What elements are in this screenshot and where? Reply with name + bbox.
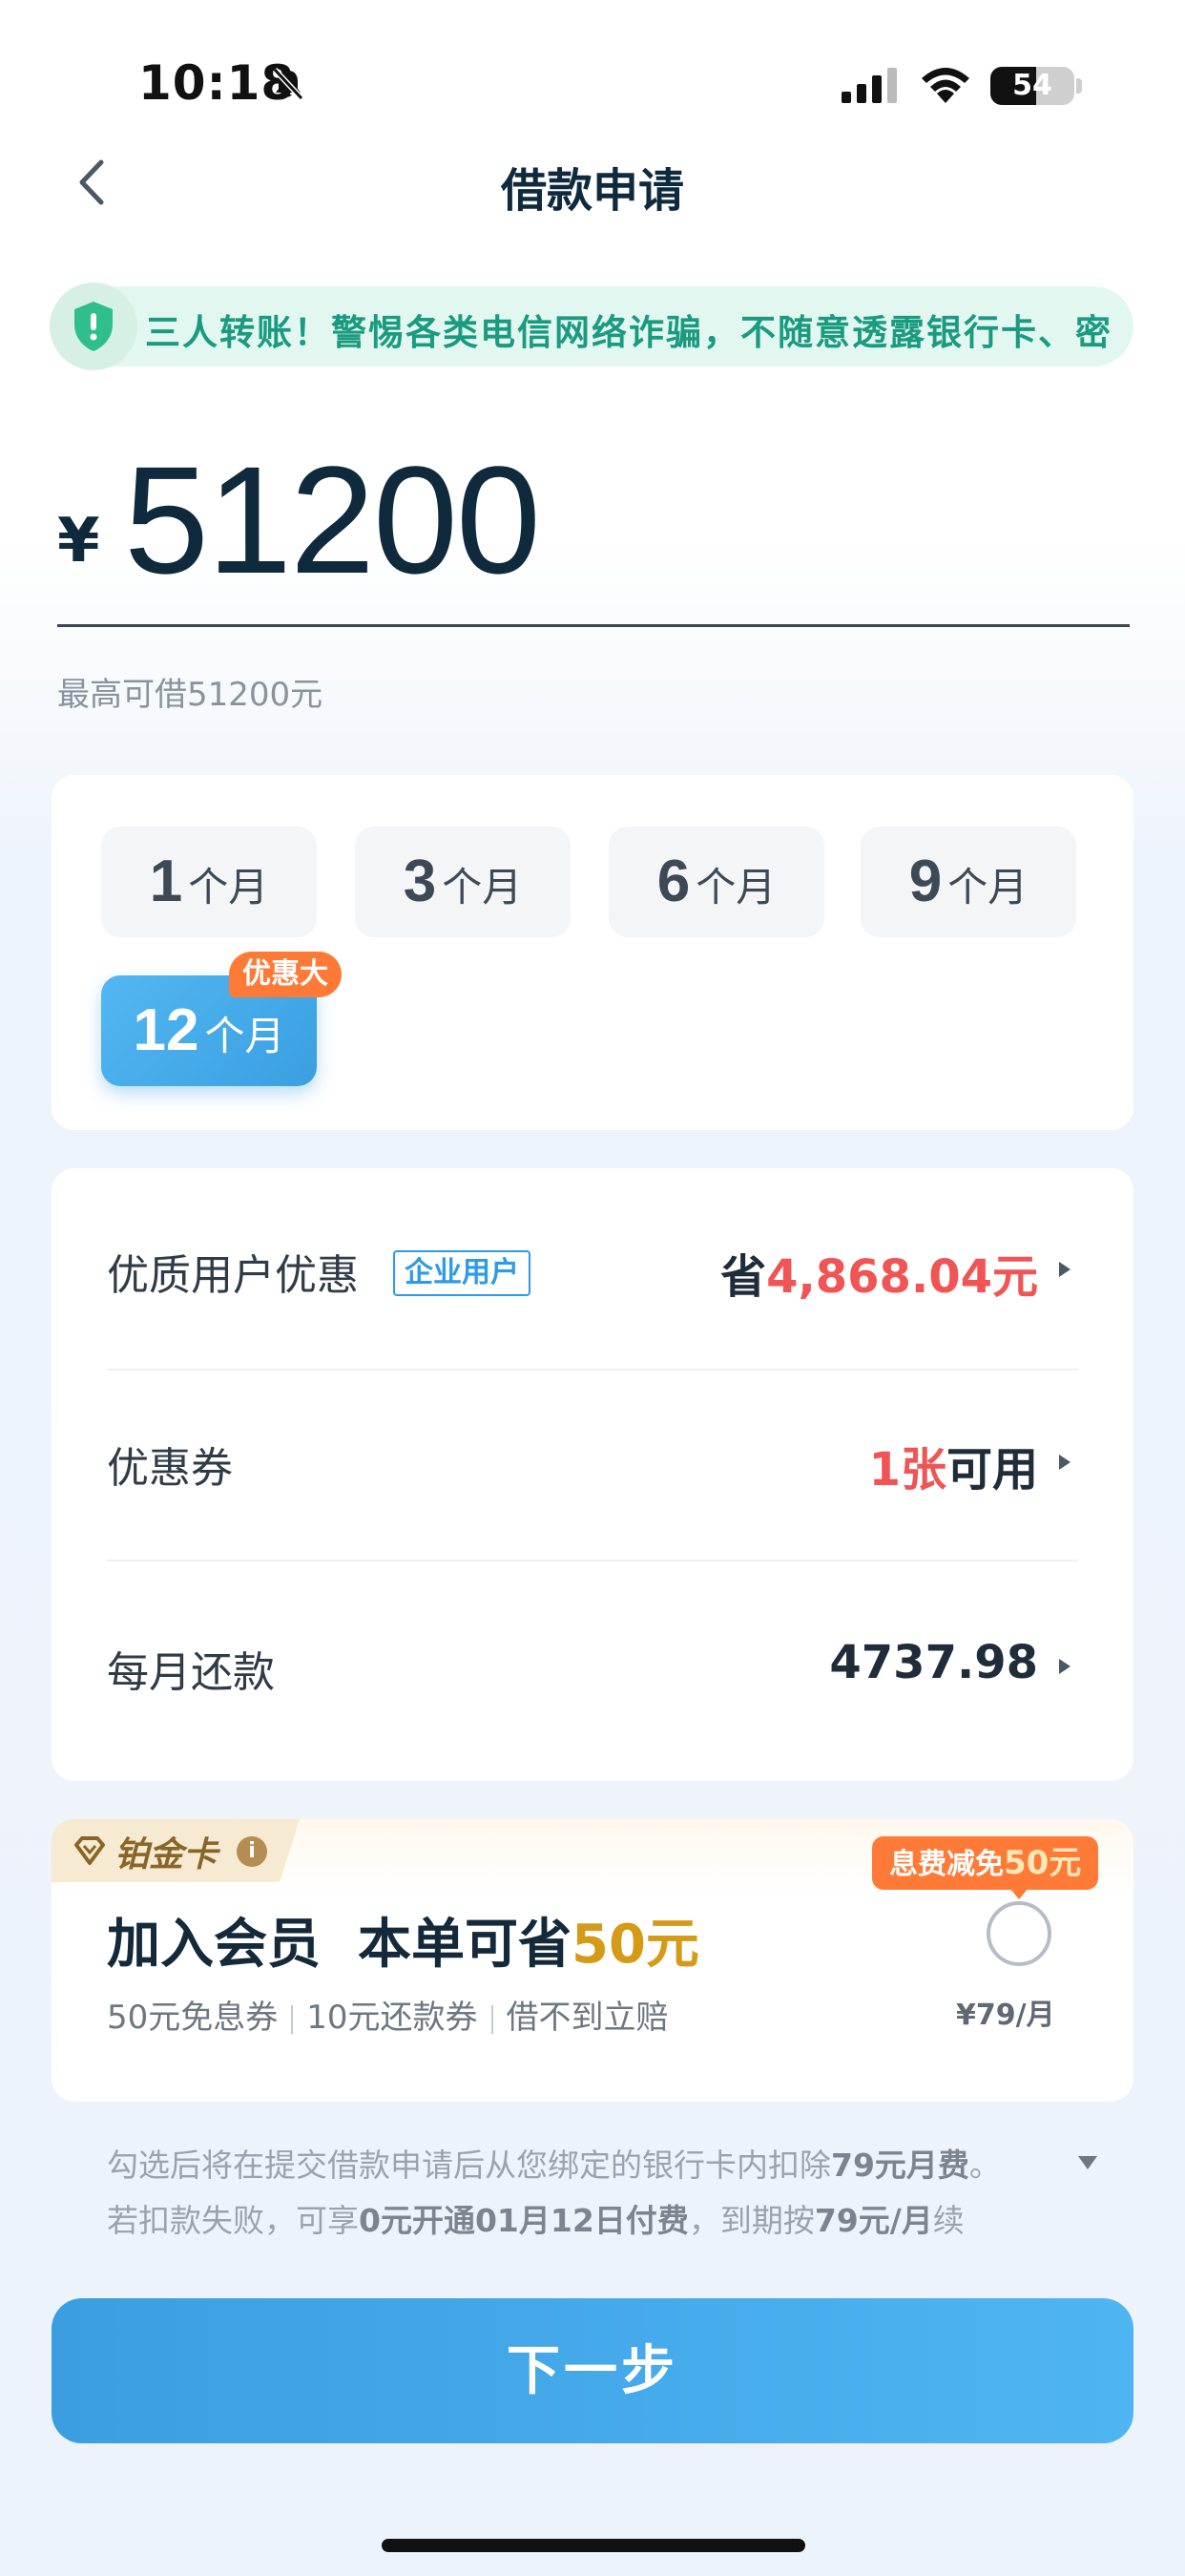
term-number: 6 (656, 848, 691, 914)
term-number: 3 (403, 848, 437, 914)
monthly-payment-label: 每月还款 (107, 1648, 275, 1697)
term-unit: 个月 (442, 864, 523, 911)
membership-savings: 50元 (572, 1914, 699, 1976)
fraud-notice-bar: 三人转账！警惕各类电信网络诈骗，不随意透露银行卡、密 (52, 286, 1133, 367)
term-unit: 个月 (947, 864, 1029, 911)
wifi-icon (922, 68, 969, 103)
page-title: 借款申请 (500, 164, 684, 218)
discount-row[interactable]: 优质用户优惠 企业用户 省4,868.04元 (52, 1168, 1133, 1369)
disclaimer-text: 续 (932, 2202, 965, 2239)
fee-discount-badge: 息费减免50元 (872, 1836, 1099, 1890)
perk-item: 10元还款券 (306, 1999, 478, 2037)
perk-item: 50元免息券 (107, 1999, 279, 2037)
battery-percent: 54 (1012, 69, 1052, 102)
loan-details-card: 优质用户优惠 企业用户 省4,868.04元 优惠券 1张可用 每月还款 473… (52, 1168, 1133, 1781)
term-selection-card: 1 个月 3 个月 6 个月 9 个月 12 个月 (52, 775, 1133, 1130)
cellular-signal-icon (842, 68, 897, 103)
term-number: 12 (133, 997, 199, 1063)
back-chevron-icon[interactable] (69, 153, 116, 212)
max-loan-hint: 最高可借51200元 (57, 676, 323, 714)
best-deal-badge: 优惠大 (229, 952, 342, 997)
term-unit: 个月 (696, 864, 777, 911)
coupon-label: 优惠券 (107, 1444, 233, 1493)
battery-icon: 54 (990, 67, 1074, 105)
disclaimer-highlight: 79元/月 (814, 2202, 933, 2239)
term-option-9[interactable]: 9 个月 (861, 827, 1076, 937)
badge-pointer (1009, 1888, 1029, 1899)
chevron-right-icon (1059, 1262, 1071, 1277)
currency-symbol: ¥ (57, 506, 100, 576)
disclaimer-text: 。 (968, 2147, 1001, 2184)
coupon-suffix: 可用 (946, 1443, 1038, 1497)
battery-tip (1076, 78, 1082, 94)
term-option-3[interactable]: 3 个月 (355, 827, 571, 937)
membership-price: ¥79/月 (956, 1999, 1055, 2032)
term-option-1[interactable]: 1 个月 (101, 827, 317, 937)
term-number: 9 (908, 848, 943, 914)
term-unit: 个月 (204, 1013, 285, 1059)
term-number: 1 (149, 848, 183, 914)
perk-separator (291, 2004, 294, 2034)
coupon-value: 1张可用 (869, 1432, 1038, 1498)
home-indicator (382, 2539, 805, 2552)
next-step-button[interactable]: 下一步 (52, 2298, 1133, 2443)
badge-prefix: 息费减免 (889, 1848, 1004, 1881)
status-bar: 10:18 54 (0, 0, 1185, 143)
discount-value: 省4,868.04元 (720, 1239, 1038, 1306)
disclaimer-highlight: 79元月费 (831, 2147, 969, 2184)
discount-prefix: 省 (720, 1250, 767, 1304)
platinum-card-label: 铂金卡 (114, 1835, 218, 1874)
coupon-count: 1张 (868, 1443, 946, 1497)
disclaimer-text: ，到期按 (688, 2202, 815, 2239)
diamond-icon (74, 1836, 105, 1865)
membership-perks: 50元免息券 10元还款券 借不到立赔 (107, 1991, 669, 2038)
chevron-right-icon (1059, 1659, 1071, 1674)
expand-triangle-icon[interactable] (1076, 2153, 1099, 2172)
chevron-right-icon (1059, 1455, 1071, 1470)
monthly-payment-value: 4737.98 (829, 1636, 1038, 1689)
term-unit: 个月 (188, 864, 269, 911)
membership-title-text: 加入会员 本单可省 (107, 1914, 572, 1976)
disclaimer-highlight: 0元开通01月12日付费 (359, 2202, 689, 2239)
discount-label: 优质用户优惠 (107, 1251, 359, 1300)
bell-off-icon (272, 67, 304, 101)
membership-title: 加入会员 本单可省50元 (107, 1901, 699, 1979)
notice-text: 三人转账！警惕各类电信网络诈骗，不随意透露银行卡、密 (145, 312, 1112, 353)
coupon-row[interactable]: 优惠券 1张可用 (52, 1371, 1133, 1560)
badge-amount: 50元 (1004, 1844, 1082, 1882)
discount-amount: 4,868.04元 (766, 1250, 1038, 1304)
shield-icon (50, 283, 137, 370)
membership-radio[interactable] (987, 1901, 1051, 1966)
disclaimer-text: 若扣款失败，可享 (107, 2202, 359, 2239)
monthly-payment-row[interactable]: 每月还款 4737.98 (52, 1561, 1133, 1771)
term-option-6[interactable]: 6 个月 (609, 827, 824, 937)
info-icon[interactable]: i (237, 1836, 267, 1867)
amount-underline (57, 624, 1130, 627)
fee-disclaimer: 勾选后将在提交借款申请后从您绑定的银行卡内扣除79元月费。 若扣款失败，可享0元… (107, 2138, 1051, 2249)
enterprise-user-tag: 企业用户 (393, 1250, 530, 1296)
disclaimer-text: 勾选后将在提交借款申请后从您绑定的银行卡内扣除 (107, 2147, 831, 2184)
perk-item: 借不到立赔 (506, 1999, 669, 2037)
loan-amount-input[interactable]: 51200 (124, 434, 541, 606)
perk-separator (490, 2004, 493, 2034)
